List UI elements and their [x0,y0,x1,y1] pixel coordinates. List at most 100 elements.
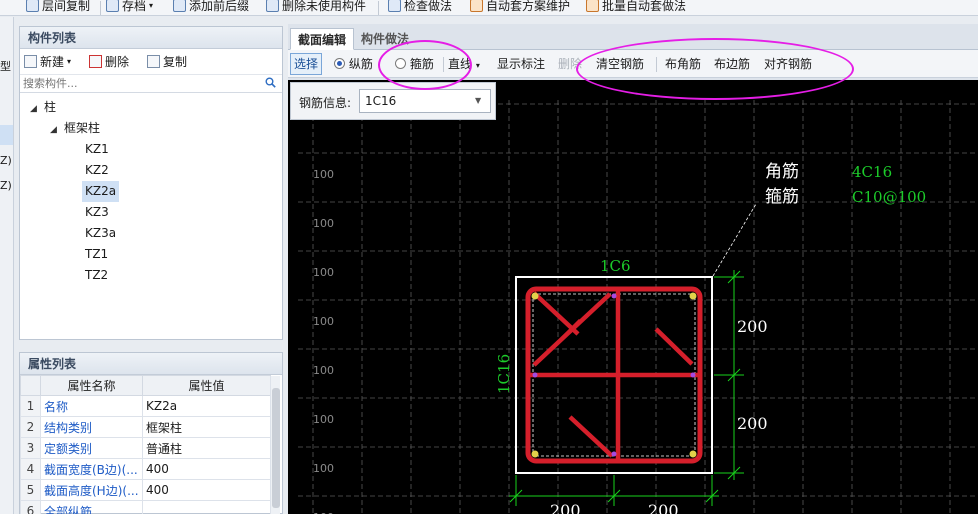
tab-section-edit[interactable]: 截面编辑 [290,28,355,50]
corner-bar[interactable] [689,292,697,300]
rebar-info-label: 钢筋信息: [299,96,352,110]
tree-node-frame-column[interactable]: ◢ 框架柱 [50,118,100,139]
row-index: 3 [20,437,41,459]
row-index: 6 [20,500,41,514]
corner-bar[interactable] [689,450,697,458]
stirrup-radio[interactable]: 箍筋 [395,56,434,73]
auto-scheme-button[interactable]: 自动套方案维护 [470,0,570,14]
grid-label: 100 [313,364,334,377]
property-name: 全部纵筋 [40,500,143,514]
corner-rebar-button[interactable]: 布角筋 [665,56,701,73]
edge-bar[interactable] [532,372,538,378]
tree-item[interactable]: KZ2 [85,160,109,181]
delete-rebar-button[interactable]: 删除 [558,56,582,73]
column-header-index [20,375,41,396]
longitudinal-radio[interactable]: 纵筋 [334,56,373,73]
property-name: 截面宽度(B边)(... [40,458,143,480]
edge-label: Z) [0,179,12,192]
table-row[interactable]: 4 截面宽度(B边)(... 400 [20,458,271,480]
grid-label: 100 [313,413,334,426]
chevron-down-icon[interactable]: ▼ [475,92,487,110]
property-name: 定额类别 [40,437,143,459]
select-button[interactable]: 选择 [290,53,323,75]
copy-button[interactable]: 复制 [147,53,187,70]
copy-icon [147,55,161,68]
toolbar-separator [378,1,379,15]
line-type-dropdown[interactable]: 直线 ▾ [448,56,480,73]
component-list-toolbar: 新建 ▾ 删除 复制 [20,49,282,75]
edge-label: 型 [0,60,11,73]
property-name: 名称 [40,395,143,417]
search-row [20,75,282,93]
row-index: 5 [20,479,41,501]
corner-bar[interactable] [531,450,539,458]
property-list-panel: 属性列表 属性名称 属性值 1 名称 KZ2a 2 结构类别 框架柱 3 定额类别 普通柱 … [19,352,283,514]
right-dimension-label: 200 [737,414,768,433]
tree-item[interactable]: KZ3a [85,223,116,244]
edge-rebar-button[interactable]: 布边筋 [714,56,750,73]
expand-triangle-icon[interactable]: ◢ [50,120,64,141]
edge-selected-row[interactable] [0,125,13,145]
check-method-button[interactable]: 检查做法 [388,0,452,14]
tree-node-column[interactable]: ◢ 柱 [30,97,56,118]
radio-unchecked-icon [395,58,406,69]
legend-corner-label: 角筋 [765,162,799,182]
property-name: 截面高度(H边)(... [40,479,143,501]
clear-rebar-button[interactable]: 清空钢筋 [596,56,644,73]
left-edge-rebar-label: 1C16 [495,354,513,394]
row-index: 1 [20,395,41,417]
scheme-icon [470,0,483,12]
edge-bar[interactable] [611,293,617,299]
align-rebar-button[interactable]: 对齐钢筋 [764,56,812,73]
floor-copy-button[interactable]: 层间复制 [26,0,90,14]
chevron-down-icon: ▾ [475,61,480,70]
table-row[interactable]: 1 名称 KZ2a [20,395,271,417]
edge-bar[interactable] [690,372,696,378]
delete-unused-button[interactable]: 删除未使用构件 [266,0,366,14]
main-toolbar: 层间复制 存档 ▾ 添加前后缀 删除未使用构件 检查做法 自动套方案维护 批量自动… [0,0,978,16]
section-canvas[interactable]: 100100100100100100100100 [288,80,978,514]
section-drawing[interactable]: 100100100100100100100100 [288,80,978,514]
scrollbar-thumb[interactable] [272,388,280,508]
tree-item-selected[interactable]: KZ2a [82,181,120,202]
tree-item[interactable]: TZ1 [85,244,108,265]
property-value[interactable]: KZ2a [142,395,271,417]
tree-item[interactable]: KZ3 [85,202,109,223]
table-row[interactable]: 5 截面高度(H边)(... 400 [20,479,271,501]
top-edge-rebar-label: 1C6 [600,257,631,275]
edge-label: Z) [0,154,12,167]
table-row[interactable]: 3 定额类别 普通柱 [20,437,271,459]
property-value[interactable]: 400 [142,458,271,480]
row-index: 2 [20,416,41,438]
tab-component-method[interactable]: 构件做法 [354,28,416,50]
search-icon[interactable] [265,77,276,88]
property-list-title: 属性列表 [20,353,282,375]
property-value[interactable]: 框架柱 [142,416,271,438]
corner-bar[interactable] [531,292,539,300]
property-value[interactable] [142,500,271,514]
section-editor-panel: 截面编辑 构件做法 选择 纵筋 箍筋 直线 ▾ 显示标注 删除 清空钢筋 布角筋… [288,24,978,514]
delete-button[interactable]: 删除 [89,53,129,70]
tree-item[interactable]: KZ1 [85,139,109,160]
legend-stirrup-value: C10@100 [852,188,926,206]
batch-auto-button[interactable]: 批量自动套做法 [586,0,686,14]
add-prefix-suffix-button[interactable]: 添加前后缀 [173,0,249,14]
column-header-value: 属性值 [142,375,271,396]
batch-icon [586,0,599,12]
table-row[interactable]: 2 结构类别 框架柱 [20,416,271,438]
new-button[interactable]: 新建 ▾ [24,53,71,70]
property-value[interactable]: 400 [142,479,271,501]
toolbar-separator [656,57,657,72]
expand-triangle-icon[interactable]: ◢ [30,99,44,120]
bottom-dimension-label: 200 [648,501,679,514]
table-row[interactable]: 6 全部纵筋 [20,500,271,514]
edge-bar[interactable] [611,451,617,457]
show-annotation-button[interactable]: 显示标注 [497,56,545,73]
property-value[interactable]: 普通柱 [142,437,271,459]
rebar-info-select[interactable]: 1C16 ▼ [359,89,491,113]
property-scrollbar[interactable] [270,376,280,514]
search-input[interactable] [20,75,282,92]
save-button[interactable]: 存档 ▾ [106,0,153,14]
bottom-dimension-label: 200 [550,501,581,514]
tree-item[interactable]: TZ2 [85,265,108,286]
